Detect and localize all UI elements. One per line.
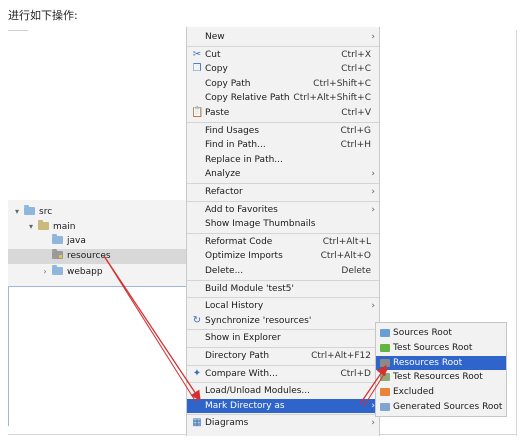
annotation-arrow: [103, 255, 197, 403]
annotation-arrow: [359, 364, 387, 405]
annotation-arrow: [363, 367, 389, 407]
annotation-arrows: [103, 255, 389, 407]
annotation-arrow: [103, 255, 201, 402]
